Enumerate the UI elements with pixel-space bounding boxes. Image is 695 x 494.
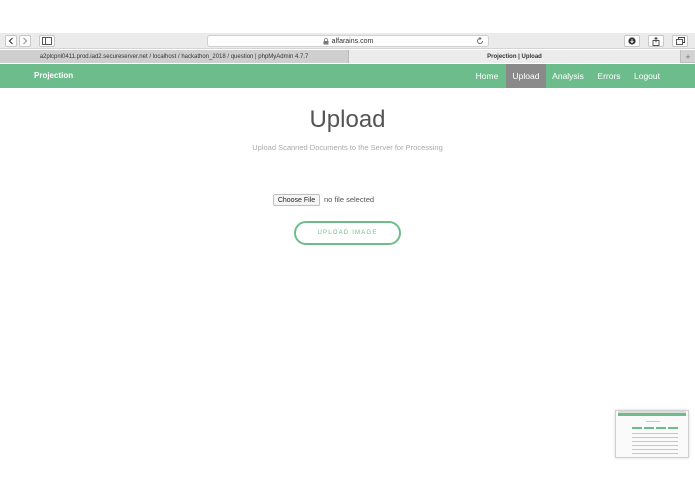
tab-projection-upload[interactable]: Projection | Upload bbox=[349, 50, 680, 63]
thumbnail-button bbox=[632, 427, 642, 429]
thumbnail-line bbox=[632, 441, 678, 442]
thumbnail-line bbox=[632, 433, 678, 434]
thumbnail-button bbox=[644, 427, 654, 429]
tab-overview-button[interactable] bbox=[672, 35, 688, 47]
lock-icon bbox=[323, 37, 329, 44]
browser-toolbar: alfarains.com bbox=[0, 33, 695, 49]
page-subtitle: Upload Scanned Documents to the Server f… bbox=[252, 143, 443, 152]
screenshot-thumbnail[interactable] bbox=[615, 410, 689, 458]
reload-icon[interactable] bbox=[476, 37, 484, 45]
tab-phpmyadmin[interactable]: a2plcpnl0411.prod.iad2.secureserver.net … bbox=[0, 50, 349, 63]
thumbnail-button bbox=[656, 427, 666, 429]
downloads-button[interactable] bbox=[624, 35, 640, 47]
tabs-icon bbox=[675, 37, 685, 45]
thumbnail-button bbox=[668, 427, 678, 429]
thumbnail-navbar bbox=[618, 413, 686, 416]
plus-icon: + bbox=[685, 51, 691, 62]
nav-logout[interactable]: Logout bbox=[629, 64, 665, 88]
nav-analysis[interactable]: Analysis bbox=[549, 64, 587, 88]
navbar: Projection Home Upload Analysis Errors L… bbox=[0, 64, 695, 88]
tab-label: Projection | Upload bbox=[487, 53, 542, 60]
sidebar-icon bbox=[42, 37, 52, 45]
thumbnail-line bbox=[632, 453, 678, 454]
chevron-left-icon bbox=[8, 37, 13, 45]
brand-logo[interactable]: Projection bbox=[34, 64, 73, 88]
upload-image-button[interactable]: UPLOAD IMAGE bbox=[294, 221, 401, 245]
screen-top-margin bbox=[0, 0, 695, 33]
nav-home[interactable]: Home bbox=[471, 64, 503, 88]
sidebar-button[interactable] bbox=[39, 35, 55, 47]
download-icon bbox=[628, 37, 636, 45]
chevron-right-icon bbox=[23, 37, 28, 45]
new-tab-button[interactable]: + bbox=[680, 50, 695, 63]
thumbnail-line bbox=[632, 437, 678, 438]
thumbnail-line bbox=[646, 421, 660, 422]
share-button[interactable] bbox=[648, 35, 664, 47]
tab-bar: a2plcpnl0411.prod.iad2.secureserver.net … bbox=[0, 50, 695, 63]
file-status-text: no file selected bbox=[324, 195, 375, 204]
address-bar[interactable]: alfarains.com bbox=[207, 35, 489, 47]
page-title: Upload bbox=[309, 106, 386, 133]
share-icon bbox=[652, 36, 660, 46]
nav-upload[interactable]: Upload bbox=[506, 64, 546, 88]
nav-errors[interactable]: Errors bbox=[594, 64, 624, 88]
tab-label: a2plcpnl0411.prod.iad2.secureserver.net … bbox=[39, 53, 309, 60]
url-text: alfarains.com bbox=[331, 37, 374, 45]
back-button[interactable] bbox=[5, 35, 17, 47]
thumbnail-line bbox=[632, 445, 678, 446]
thumbnail-line bbox=[632, 449, 678, 450]
choose-file-button[interactable]: Choose File bbox=[273, 194, 320, 206]
forward-button[interactable] bbox=[19, 35, 31, 47]
